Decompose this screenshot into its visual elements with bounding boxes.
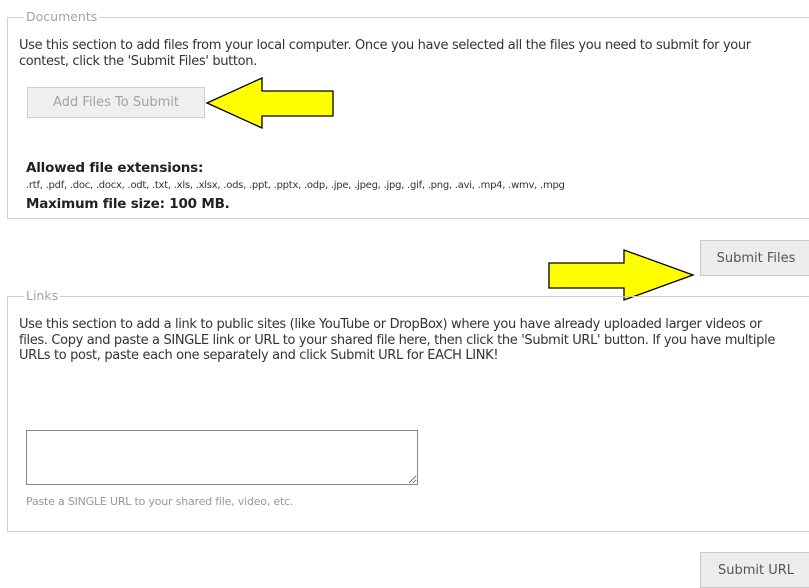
url-hint: Paste a SINGLE URL to your shared file, … bbox=[26, 495, 294, 508]
allowed-extensions-list: .rtf, .pdf, .doc, .docx, .odt, .txt, .xl… bbox=[26, 180, 565, 191]
documents-legend: Documents bbox=[13, 9, 100, 25]
max-file-size: Maximum file size: 100 MB. bbox=[26, 196, 230, 212]
links-description: Use this section to add a link to public… bbox=[19, 317, 775, 363]
url-input[interactable] bbox=[26, 430, 418, 485]
add-files-button[interactable]: Add Files To Submit bbox=[27, 87, 205, 118]
submit-files-button[interactable]: Submit Files bbox=[700, 240, 809, 276]
documents-description: Use this section to add files from your … bbox=[19, 38, 751, 69]
arrow-left-annotation-icon bbox=[205, 76, 334, 130]
arrow-right-annotation-icon bbox=[548, 249, 695, 301]
allowed-extensions-title: Allowed file extensions: bbox=[26, 160, 204, 176]
links-legend: Links bbox=[13, 288, 61, 304]
